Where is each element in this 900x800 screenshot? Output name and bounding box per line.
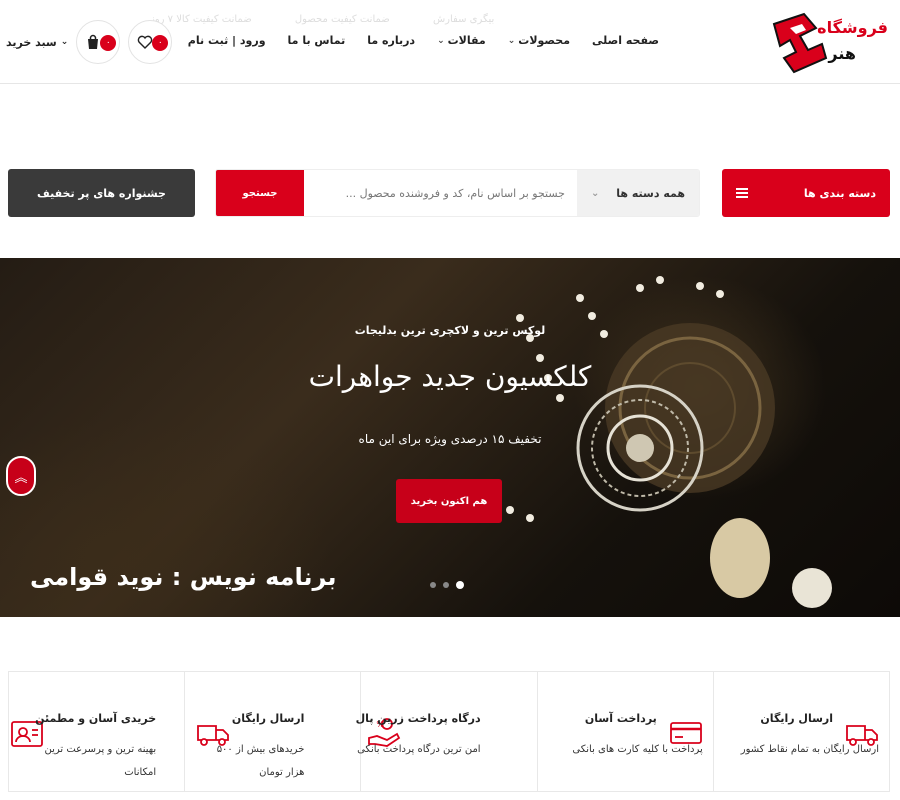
slider-dots bbox=[430, 581, 464, 589]
hero-slider: لوکس ترین و لاکچری ترین بدلیجات کلکسیون … bbox=[0, 258, 900, 617]
cart-label-button[interactable]: ⌄ سبد خرید bbox=[6, 36, 68, 49]
logo-text-top: فروشگاه bbox=[817, 18, 888, 37]
ticker-item: ضمانت کیفیت محصول bbox=[294, 14, 390, 25]
search-submit-button[interactable]: جستجو bbox=[216, 170, 304, 216]
feature-title: پرداخت آسان bbox=[584, 712, 657, 725]
feature-title: ارسال رایگان bbox=[760, 712, 833, 725]
menu-icon bbox=[736, 188, 748, 198]
feature-desc: خریدهای بیش از ۵۰۰ هزار تومان bbox=[216, 744, 305, 778]
shop-now-button[interactable]: هم اکنون بخرید bbox=[396, 479, 502, 523]
feature-card: ارسال رایگان خریدهای بیش از ۵۰۰ هزار توم… bbox=[184, 672, 360, 791]
feature-title: درگاه پرداخت زرین پال bbox=[355, 712, 481, 725]
feature-title: ارسال رایگان bbox=[231, 712, 305, 725]
cart-label: سبد خرید bbox=[6, 35, 57, 49]
nav-label: ورود | ثبت نام bbox=[187, 34, 266, 47]
deals-button[interactable]: جشنواره های پر تخفیف bbox=[8, 169, 195, 217]
hero-description: تخفیف ۱۵ درصدی ویژه برای این ماه bbox=[358, 432, 542, 446]
nav-label: صفحه اصلی bbox=[592, 34, 659, 47]
scroll-top-button[interactable]: ︽ bbox=[6, 456, 36, 496]
nav-login-register[interactable]: ورود | ثبت نام bbox=[177, 34, 277, 47]
hero-title: کلکسیون جدید جواهرات bbox=[308, 360, 592, 393]
search-input[interactable] bbox=[304, 170, 577, 216]
chevron-down-icon: ⌄ bbox=[60, 37, 69, 47]
feature-desc: پرداخت با کلیه کارت های بانکی bbox=[572, 744, 703, 755]
nav-label: تماس با ما bbox=[287, 34, 346, 47]
header-actions: ⌄ سبد خرید ۰ ۰ bbox=[6, 20, 173, 64]
cart-count-badge: ۰ bbox=[100, 35, 117, 51]
feature-card: ارسال رایگان ارسال رایگان به تمام نقاط ک… bbox=[712, 672, 889, 791]
slider-dot[interactable] bbox=[443, 582, 449, 588]
category-select[interactable]: همه دسته ها ⌄ bbox=[577, 170, 699, 216]
feature-card: % درگاه پرداخت زرین پال امن ترین درگاه پ… bbox=[356, 672, 536, 791]
slider-dot-active[interactable] bbox=[456, 581, 464, 589]
categories-button[interactable]: دسته بندی ها bbox=[722, 169, 890, 217]
nav-products[interactable]: محصولات ⌄ bbox=[497, 34, 581, 47]
feature-desc: بهینه ترین و پرسرعت ترین امکانات bbox=[44, 744, 157, 778]
ticker-item: بیگری سفارش bbox=[432, 14, 495, 25]
feature-card: پرداخت آسان پرداخت با کلیه کارت های بانک… bbox=[536, 672, 713, 791]
feature-card: خریدی آسان و مطمئن بهینه ترین و پرسرعت ت… bbox=[9, 672, 184, 791]
hero-subtitle: لوکس ترین و لاکچری ترین بدلیجات bbox=[354, 324, 546, 337]
nav-label: درباره ما bbox=[367, 34, 416, 47]
nav-label: محصولات bbox=[518, 34, 570, 47]
wishlist-count-badge: ۰ bbox=[152, 35, 169, 51]
logo-text-bottom: هنر bbox=[828, 44, 856, 63]
site-header: فروشگاه هنر بیگری سفارش ضمانت کیفیت محصو… bbox=[0, 0, 900, 84]
page: فروشگاه هنر بیگری سفارش ضمانت کیفیت محصو… bbox=[0, 0, 900, 800]
slider-dot[interactable] bbox=[430, 582, 436, 588]
cart-button[interactable]: ۰ bbox=[76, 20, 121, 64]
nav-home[interactable]: صفحه اصلی bbox=[581, 34, 670, 47]
chevron-down-icon: ⌄ bbox=[437, 35, 445, 46]
chevron-down-icon: ⌄ bbox=[591, 187, 600, 199]
logo-mark-icon bbox=[772, 12, 828, 74]
category-select-value: همه دسته ها bbox=[616, 186, 685, 200]
site-logo[interactable]: فروشگاه هنر bbox=[760, 6, 890, 78]
search-bar: همه دسته ها ⌄ جستجو bbox=[215, 169, 700, 217]
chevrons-up-icon: ︽ bbox=[14, 470, 28, 486]
wishlist-button[interactable]: ۰ bbox=[128, 20, 173, 64]
features-row: ارسال رایگان ارسال رایگان به تمام نقاط ک… bbox=[8, 671, 890, 792]
feature-title: خریدی آسان و مطمئن bbox=[35, 712, 157, 725]
nav-label: مقالات bbox=[447, 34, 486, 47]
categories-label: دسته بندی ها bbox=[803, 186, 876, 200]
feature-desc: ارسال رایگان به تمام نقاط کشور bbox=[740, 744, 879, 755]
nav-contact[interactable]: تماس با ما bbox=[277, 34, 357, 47]
nav-articles[interactable]: مقالات ⌄ bbox=[426, 34, 497, 47]
heart-icon bbox=[138, 35, 153, 49]
main-nav: صفحه اصلی محصولات ⌄ مقالات ⌄ درباره ما تما… bbox=[177, 34, 670, 47]
nav-about[interactable]: درباره ما bbox=[356, 34, 426, 47]
chevron-down-icon: ⌄ bbox=[507, 35, 516, 46]
shopping-bag-icon bbox=[88, 34, 99, 49]
developer-credit: برنامه نویس : نوید قوامی bbox=[30, 563, 337, 591]
